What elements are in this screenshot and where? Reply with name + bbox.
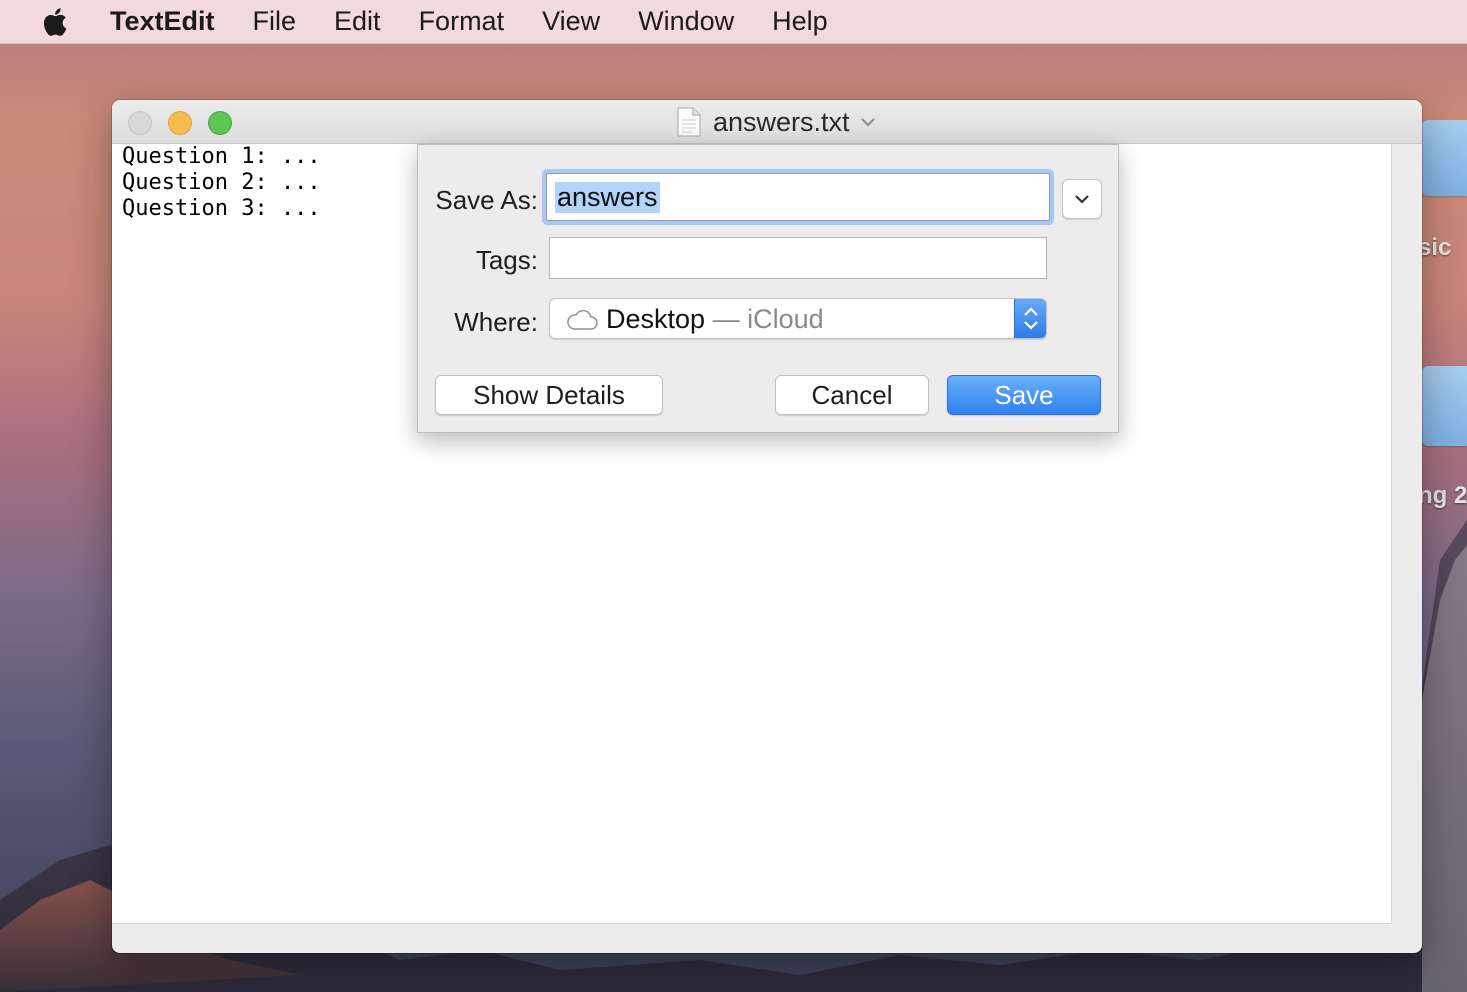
desktop-item-label: sic <box>1418 234 1452 261</box>
where-separator: — <box>705 304 748 334</box>
cancel-button[interactable]: Cancel <box>775 375 929 415</box>
save-dialog: Save As: answers Tags: Where: Desktop — … <box>417 144 1119 433</box>
desktop-folder-icon[interactable] <box>1422 366 1467 446</box>
where-value: Desktop — iCloud <box>606 304 824 335</box>
menu-app-textedit[interactable]: TextEdit <box>110 6 215 37</box>
save-as-label: Save As: <box>435 185 538 215</box>
apple-icon[interactable] <box>40 6 68 38</box>
menu-bar: TextEdit File Edit Format View Window He… <box>0 0 1467 44</box>
window-title-group[interactable]: answers.txt <box>677 106 876 138</box>
menu-help[interactable]: Help <box>772 6 828 37</box>
save-as-field[interactable]: answers <box>546 173 1050 221</box>
menu-format[interactable]: Format <box>419 6 505 37</box>
chevron-down-icon[interactable] <box>860 117 876 127</box>
popup-stepper-icon[interactable] <box>1014 299 1046 338</box>
where-label: Where: <box>454 307 538 337</box>
close-window-button[interactable] <box>128 111 152 135</box>
document-line: Question 1: ... <box>122 144 321 169</box>
chevron-down-icon <box>1075 195 1089 204</box>
where-location-popup[interactable]: Desktop — iCloud <box>549 298 1047 339</box>
menu-view[interactable]: View <box>542 6 600 37</box>
where-location: Desktop <box>606 304 706 334</box>
document-line: Question 2: ... <box>122 170 321 195</box>
desktop-item-label: ng 2 <box>1418 482 1467 509</box>
window-titlebar[interactable]: answers.txt <box>112 100 1422 144</box>
tags-label: Tags: <box>475 245 538 275</box>
menu-edit[interactable]: Edit <box>334 6 381 37</box>
window-title: answers.txt <box>713 106 850 137</box>
save-button[interactable]: Save <box>947 375 1101 415</box>
tags-field[interactable] <box>549 237 1047 279</box>
where-service: iCloud <box>747 304 824 334</box>
cloud-icon <box>567 309 598 330</box>
save-as-value: answers <box>555 181 660 213</box>
menu-window[interactable]: Window <box>638 6 734 37</box>
zoom-window-button[interactable] <box>208 111 232 135</box>
expand-dialog-button[interactable] <box>1062 179 1102 219</box>
menu-file[interactable]: File <box>253 6 297 37</box>
document-line: Question 3: ... <box>122 196 321 221</box>
minimize-window-button[interactable] <box>168 111 192 135</box>
show-details-button[interactable]: Show Details <box>435 375 663 415</box>
document-icon <box>677 107 701 137</box>
desktop-folder-icon[interactable] <box>1422 120 1467 196</box>
